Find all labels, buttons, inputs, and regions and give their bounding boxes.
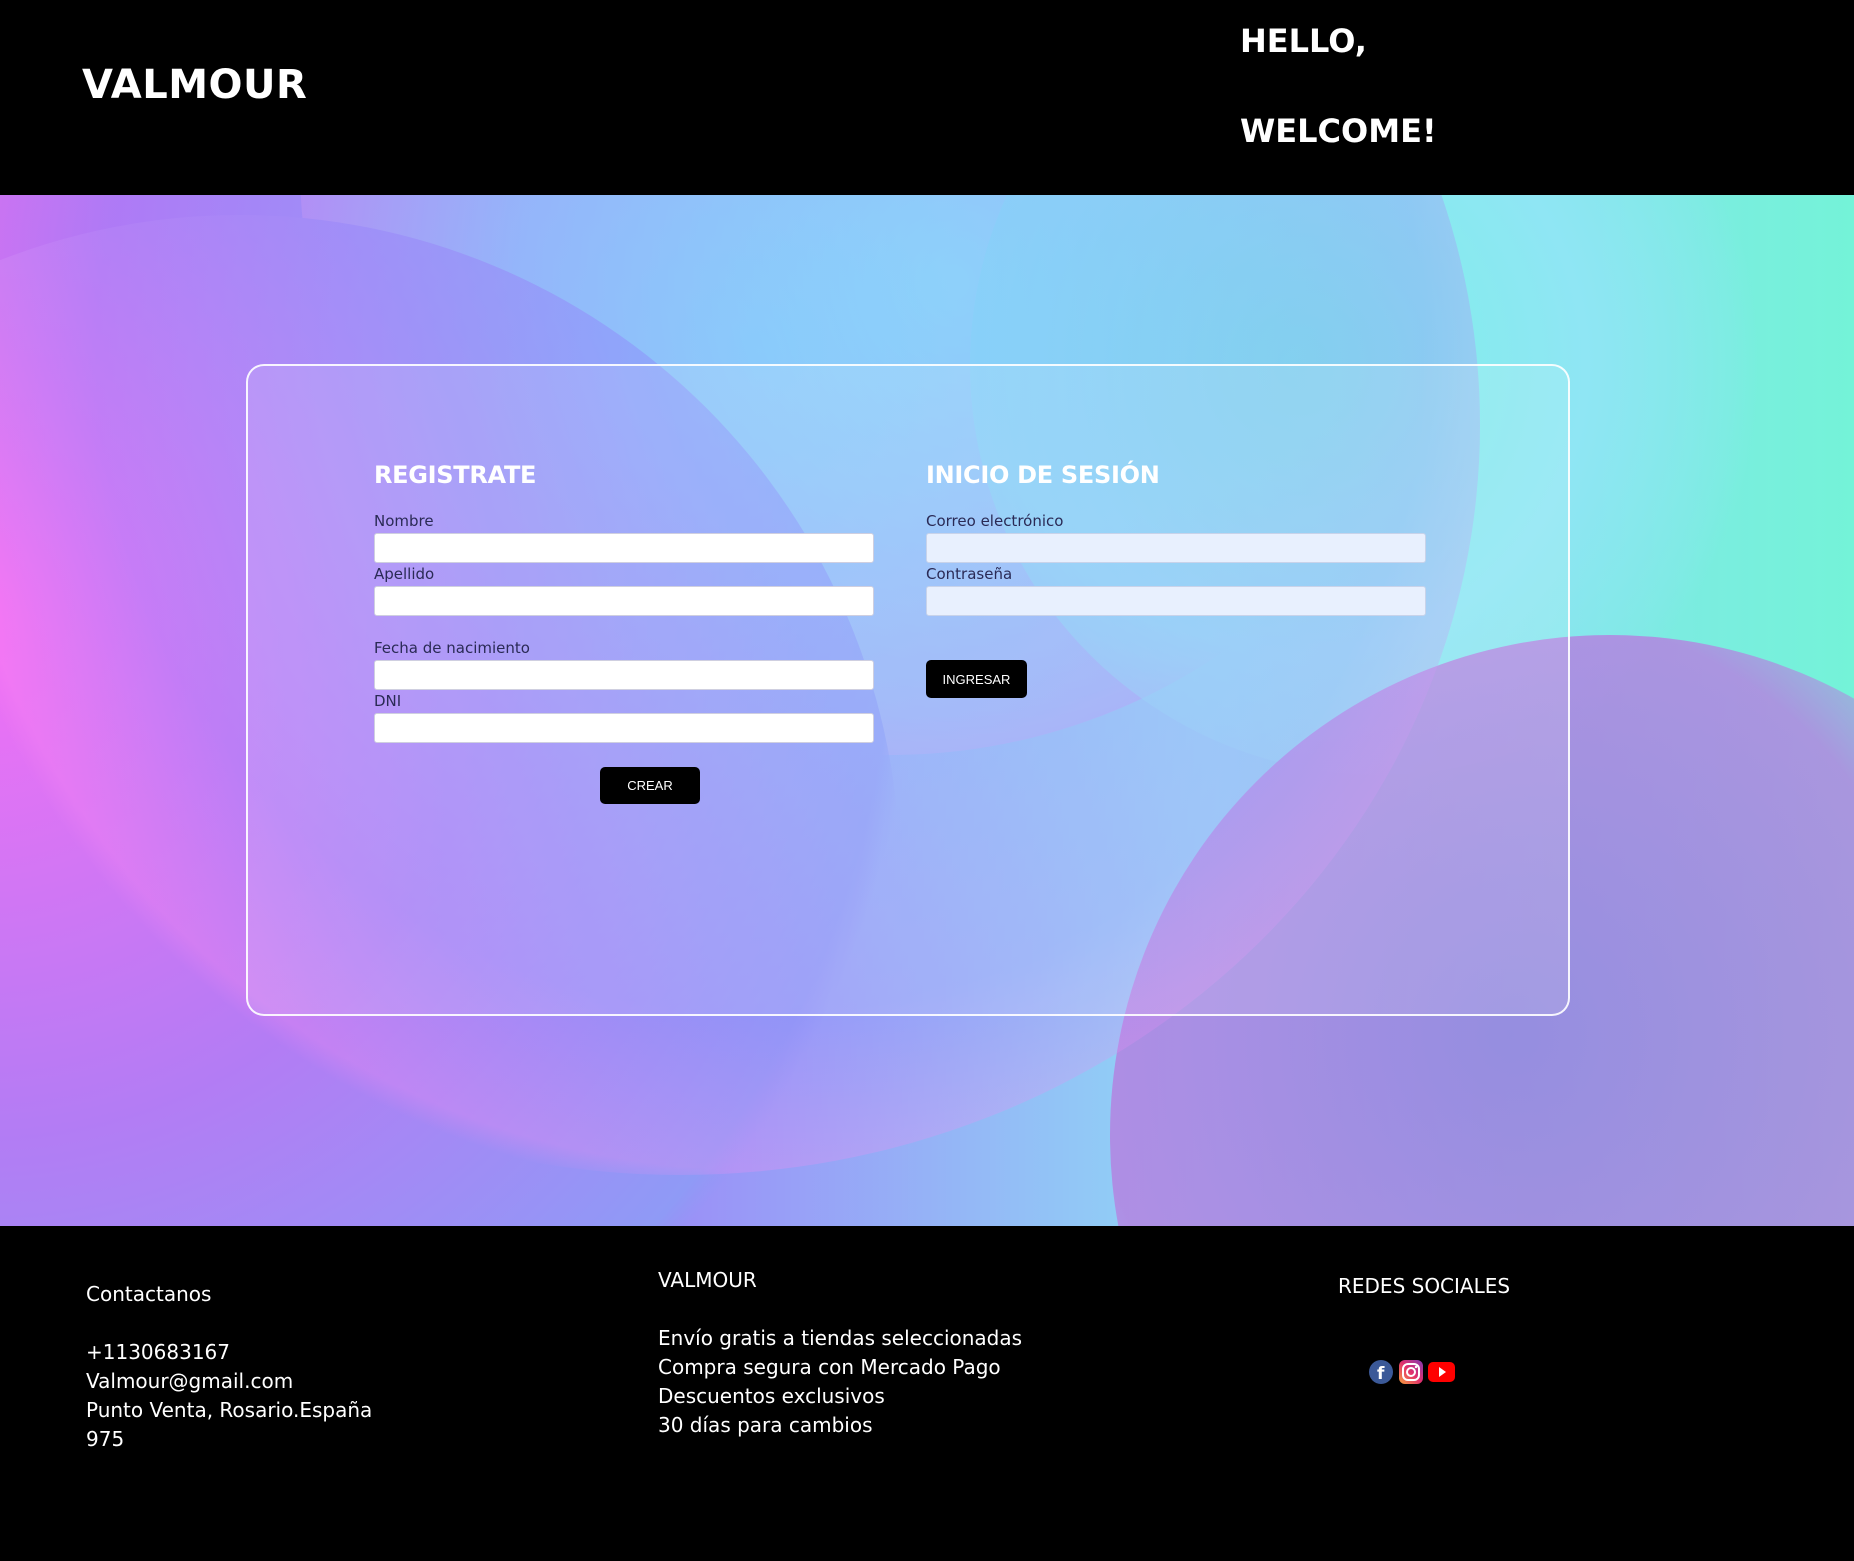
email-label: Correo electrónico <box>926 512 1064 530</box>
dni-input[interactable] <box>374 713 874 743</box>
footer-brand-title: VALMOUR <box>658 1268 757 1292</box>
benefit-item: Compra segura con Mercado Pago <box>658 1355 1001 1379</box>
password-input[interactable] <box>926 586 1426 616</box>
facebook-icon[interactable]: f <box>1369 1360 1393 1384</box>
forms-panel: REGISTRATE Nombre Apellido Fecha de naci… <box>246 364 1570 1016</box>
crear-button[interactable]: CREAR <box>600 767 700 804</box>
contact-address: Punto Venta, Rosario.España <box>86 1398 373 1422</box>
register-title: REGISTRATE <box>374 461 537 489</box>
ingresar-button[interactable]: INGRESAR <box>926 660 1027 698</box>
fecha-nacimiento-input[interactable] <box>374 660 874 690</box>
site-footer: Contactanos +1130683167 Valmour@gmail.co… <box>0 1226 1854 1561</box>
fecha-label: Fecha de nacimiento <box>374 639 530 657</box>
youtube-icon[interactable] <box>1428 1362 1455 1382</box>
email-input[interactable] <box>926 533 1426 563</box>
brand-logo[interactable]: VALMOUR <box>82 62 307 108</box>
instagram-icon[interactable] <box>1399 1360 1423 1384</box>
login-title: INICIO DE SESIÓN <box>926 461 1160 489</box>
apellido-input[interactable] <box>374 586 874 616</box>
svg-text:f: f <box>1377 1364 1385 1384</box>
nombre-input[interactable] <box>374 533 874 563</box>
apellido-label: Apellido <box>374 565 435 583</box>
site-header: VALMOUR HELLO, WELCOME! <box>0 0 1854 195</box>
contact-email[interactable]: Valmour@gmail.com <box>86 1367 293 1396</box>
contact-title: Contactanos <box>86 1282 212 1306</box>
benefit-item: Descuentos exclusivos <box>658 1384 885 1408</box>
password-label: Contraseña <box>926 565 1013 583</box>
greeting-hello: HELLO, <box>1240 22 1367 60</box>
dni-label: DNI <box>374 692 402 710</box>
contact-phone[interactable]: +1130683167 <box>86 1338 230 1367</box>
social-title: REDES SOCIALES <box>1338 1274 1511 1298</box>
benefit-item: 30 días para cambios <box>658 1413 873 1437</box>
contact-address-number: 975 <box>86 1427 125 1451</box>
benefit-item: Envío gratis a tiendas seleccionadas <box>658 1326 1023 1350</box>
greeting-welcome: WELCOME! <box>1240 112 1437 150</box>
nombre-label: Nombre <box>374 512 434 530</box>
